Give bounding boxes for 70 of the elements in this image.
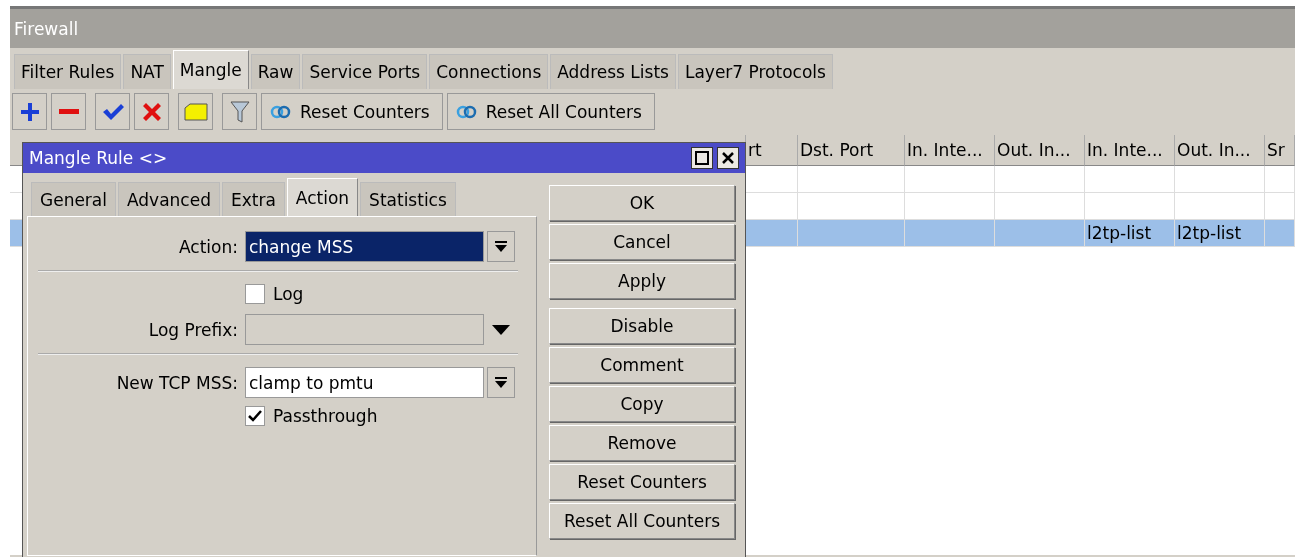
dialog-tab[interactable]: Action (286, 178, 359, 216)
check-icon (101, 102, 124, 121)
plus-icon (19, 101, 40, 122)
checkbox-label: Passthrough (273, 406, 378, 426)
tab[interactable]: Raw (250, 54, 301, 89)
checkbox[interactable] (245, 284, 265, 304)
column-header: rt (746, 135, 798, 166)
maximize-button[interactable] (691, 147, 713, 169)
dropdown-field[interactable]: clamp to pmtu (245, 367, 484, 398)
dialog-button[interactable]: Reset Counters (549, 464, 735, 500)
tab[interactable]: Service Ports (302, 54, 428, 89)
dialog-title: Mangle Rule <> (29, 148, 169, 168)
dropdown-button[interactable] (487, 231, 515, 262)
disable-button[interactable] (134, 93, 169, 130)
dialog-button[interactable]: Disable (549, 308, 735, 344)
tab[interactable]: Filter Rules (14, 54, 122, 89)
dialog-tab[interactable]: General (31, 182, 116, 216)
dialog-tab[interactable]: Advanced (118, 182, 220, 216)
dialog-button[interactable]: Apply (549, 263, 735, 299)
rings-icon (270, 104, 292, 119)
dialog-button[interactable]: Comment (549, 347, 735, 383)
column-header: In. Inte... (1085, 135, 1175, 166)
table-cell: l2tp-list (1175, 220, 1265, 247)
toolbar-button[interactable]: Reset Counters (261, 93, 443, 130)
column-header: Out. In... (1175, 135, 1265, 166)
field-label: Action: (178, 236, 239, 257)
dropdown-field[interactable]: change MSS (245, 231, 484, 262)
close-icon (721, 151, 735, 165)
filter-icon (229, 100, 250, 123)
dropdown-icon (495, 376, 507, 389)
tab[interactable]: Address Lists (550, 54, 676, 89)
toolbar-button[interactable]: Reset All Counters (446, 93, 655, 130)
dialog-button[interactable]: OK (549, 185, 735, 221)
maximize-icon (695, 151, 709, 165)
column-header: In. Inte... (905, 135, 995, 166)
dropdown-icon (495, 240, 507, 253)
checkbox[interactable] (245, 406, 265, 426)
dialog-button[interactable]: Reset All Counters (549, 503, 735, 539)
cross-icon (141, 101, 162, 122)
dialog-button[interactable]: Copy (549, 386, 735, 422)
tab[interactable]: NAT (123, 54, 171, 89)
column-header: Dst. Port (798, 135, 905, 166)
enable-button[interactable] (95, 93, 130, 130)
dialog-button[interactable]: Remove (549, 425, 735, 461)
table-cell (1265, 220, 1295, 247)
tab[interactable]: Mangle (172, 50, 249, 89)
table-cell: l2tp-list (1085, 220, 1175, 247)
minus-icon (58, 108, 79, 115)
dropdown-button[interactable] (487, 367, 515, 398)
note-icon (183, 102, 208, 121)
remove-button[interactable] (51, 93, 86, 130)
add-button[interactable] (12, 93, 47, 130)
tab[interactable]: Layer7 Protocols (677, 54, 833, 89)
tab[interactable]: Connections (429, 54, 549, 89)
down-triangle-icon[interactable] (492, 324, 510, 335)
table-cell (746, 220, 798, 247)
comment-button[interactable] (178, 93, 213, 130)
table-cell (1265, 166, 1295, 193)
field-label: Log Prefix: (147, 319, 239, 340)
column-header: Out. In... (995, 135, 1085, 166)
dialog-button[interactable]: Cancel (549, 224, 735, 260)
checkbox-label: Log (273, 284, 304, 304)
close-button[interactable] (717, 147, 739, 169)
checkmark-icon (248, 410, 262, 422)
dialog-tab[interactable]: Statistics (360, 182, 456, 216)
field-label: New TCP MSS: (115, 372, 239, 393)
rings-icon (455, 104, 478, 119)
dialog-tab[interactable]: Extra (222, 182, 285, 216)
column-header: Sr (1265, 135, 1295, 166)
window-title: Firewall (10, 9, 1295, 48)
